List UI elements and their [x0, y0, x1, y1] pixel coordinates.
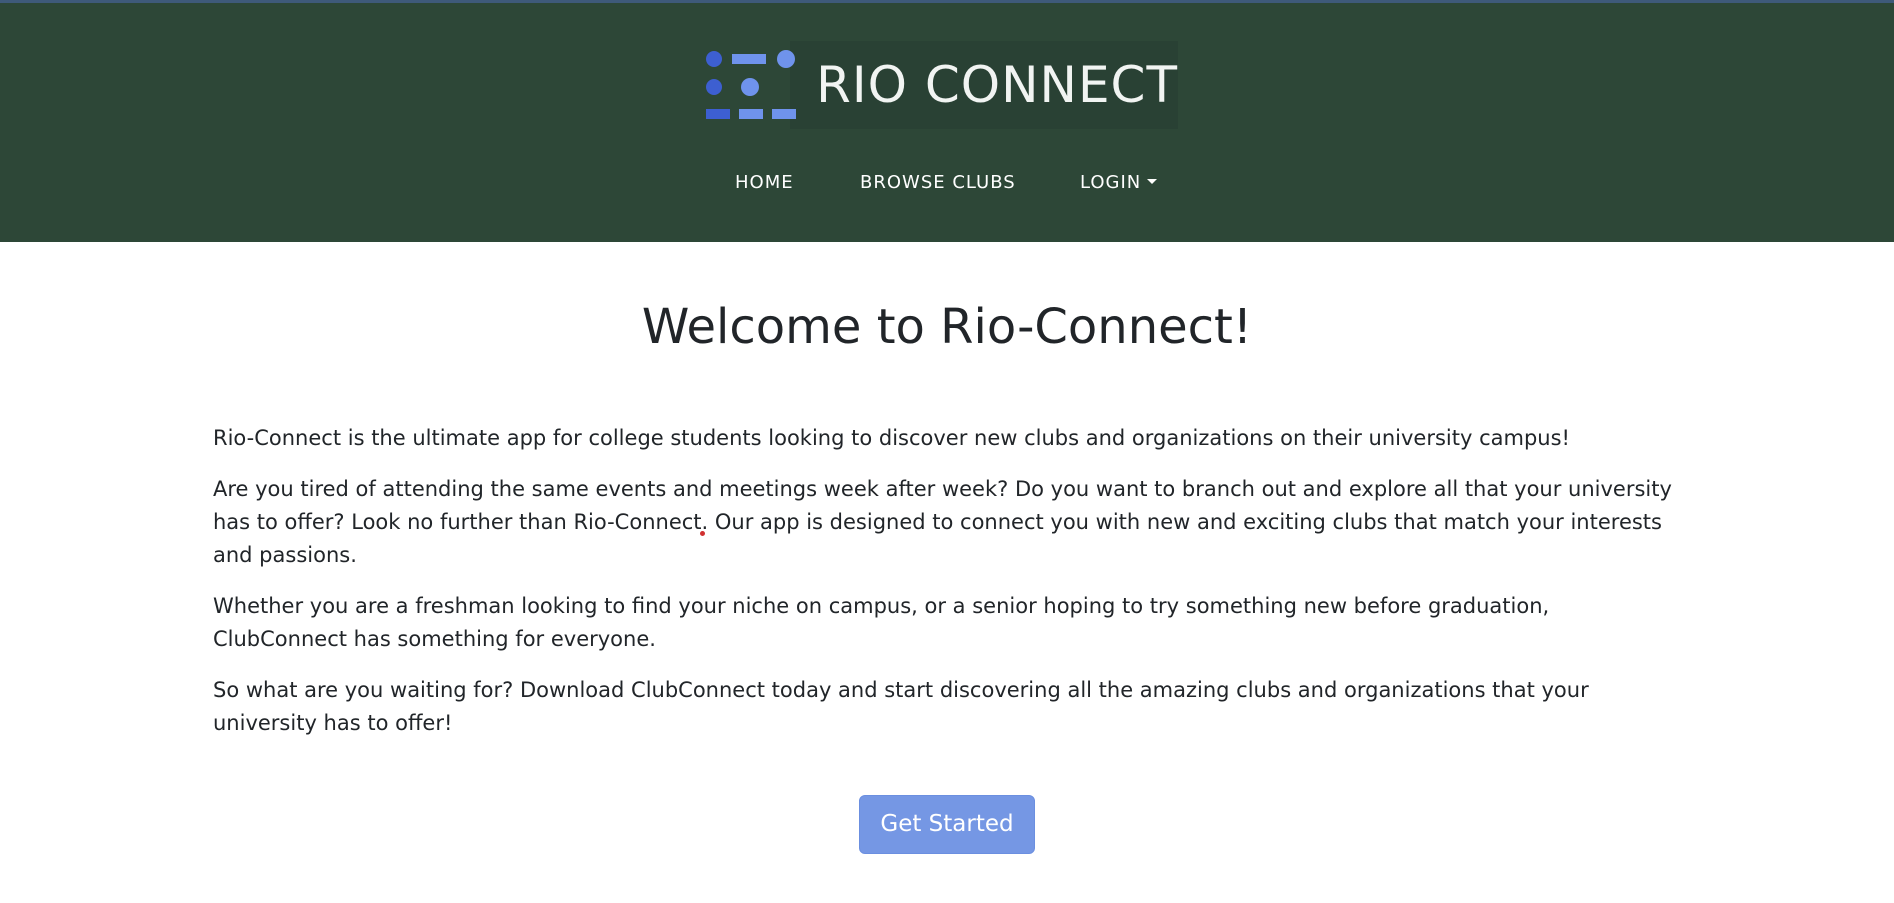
nav-login-label: LOGIN	[1080, 172, 1142, 193]
intro-text: Rio-Connect is the ultimate app for coll…	[213, 422, 1673, 758]
site-header: RIO CONNECT HOME BROWSE CLUBS LOGIN	[0, 3, 1894, 242]
logo-text-box: RIO CONNECT	[790, 41, 1178, 129]
nav-browse-clubs-link[interactable]: BROWSE CLUBS	[860, 172, 1016, 193]
logo-text: RIO CONNECT	[816, 56, 1178, 114]
cta-wrap: Get Started	[0, 795, 1894, 854]
get-started-button[interactable]: Get Started	[859, 795, 1035, 854]
page-title: Welcome to Rio-Connect!	[641, 299, 1253, 355]
site-logo[interactable]: RIO CONNECT	[700, 41, 1178, 129]
nav-home-link[interactable]: HOME	[735, 172, 794, 193]
intro-paragraph: So what are you waiting for? Download Cl…	[213, 678, 1589, 735]
main-nav: HOME BROWSE CLUBS LOGIN	[0, 168, 1894, 198]
cursor-dot	[700, 531, 705, 536]
intro-paragraph: Are you tired of attending the same even…	[213, 477, 1672, 567]
intro-paragraph: Whether you are a freshman looking to fi…	[213, 594, 1550, 651]
chevron-down-icon	[1147, 178, 1158, 184]
nav-login-dropdown[interactable]: LOGIN	[1080, 172, 1158, 193]
intro-paragraph: Rio-Connect is the ultimate app for coll…	[213, 426, 1570, 450]
logo-mark-icon	[700, 41, 796, 129]
